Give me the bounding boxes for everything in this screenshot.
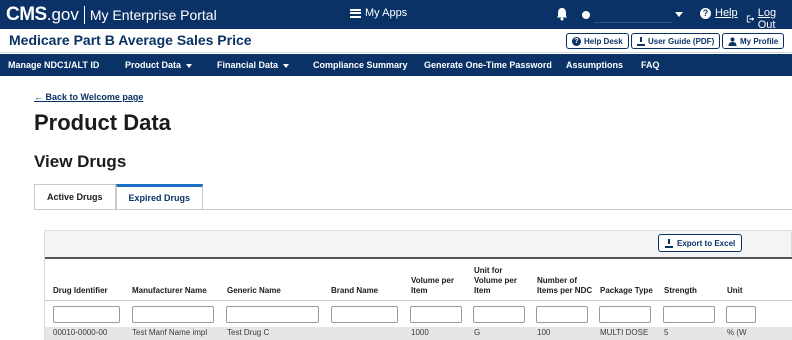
- nav-label: FAQ: [641, 60, 660, 70]
- brand-gov: .gov: [46, 4, 79, 24]
- user-guide-label: User Guide (PDF): [648, 36, 715, 46]
- cell-package-type: MULTI DOSE: [600, 328, 649, 337]
- brand-divider: [83, 5, 85, 24]
- filter-unit[interactable]: [726, 306, 756, 323]
- filter-unit-for-volume[interactable]: [473, 306, 525, 323]
- chevron-down-icon: [675, 12, 683, 17]
- col-header-unit[interactable]: Unit: [727, 286, 767, 296]
- cell-manufacturer-name: Test Manf Name impl: [132, 328, 208, 337]
- cell-volume-per-item: 1000: [411, 328, 429, 337]
- filter-manufacturer-name[interactable]: [132, 306, 214, 323]
- page-title: Product Data: [34, 110, 171, 135]
- col-header-unit-for-volume[interactable]: Unit for Volume per Item: [474, 266, 524, 296]
- filter-drug-identifier[interactable]: [53, 306, 120, 323]
- cell-unit-for-volume: G: [474, 328, 481, 337]
- nav-label: Product Data: [125, 60, 182, 70]
- tab-active-drugs[interactable]: Active Drugs: [34, 184, 116, 210]
- my-profile-label: My Profile: [740, 36, 779, 46]
- help-desk-button[interactable]: ? Help Desk: [566, 33, 629, 49]
- filter-strength[interactable]: [663, 306, 715, 323]
- nav-assumptions[interactable]: Assumptions: [566, 54, 623, 76]
- drugs-table: Drug Identifier Manufacturer Name Generi…: [45, 257, 792, 340]
- user-guide-button[interactable]: User Guide (PDF): [631, 33, 721, 49]
- main-nav: Manage NDC1/ALT ID Product Data Financia…: [0, 54, 792, 76]
- nav-label: Financial Data: [217, 60, 279, 70]
- nav-compliance-summary[interactable]: Compliance Summary: [313, 54, 408, 76]
- chevron-down-icon: [186, 63, 193, 68]
- export-to-excel-button[interactable]: Export to Excel: [658, 234, 743, 252]
- col-header-generic-name[interactable]: Generic Name: [227, 286, 317, 296]
- person-icon: [728, 37, 737, 46]
- bell-icon[interactable]: [556, 7, 568, 21]
- download-icon: [637, 36, 645, 46]
- user-name-redacted: [594, 6, 672, 23]
- col-header-manufacturer-name[interactable]: Manufacturer Name: [132, 286, 222, 296]
- grid-icon: [350, 8, 361, 18]
- col-header-items-per-ndc[interactable]: Number of Items per NDC: [537, 276, 593, 296]
- nav-financial-data[interactable]: Financial Data: [217, 54, 290, 76]
- chevron-down-icon: [283, 63, 290, 68]
- export-label: Export to Excel: [677, 238, 736, 248]
- my-apps-label: My Apps: [365, 7, 408, 19]
- cell-unit: % (W: [727, 328, 747, 337]
- logout-label: Log Out: [757, 7, 777, 31]
- filter-brand-name[interactable]: [331, 306, 398, 323]
- brand-cms: CMS: [6, 3, 47, 25]
- help-label: Help: [715, 7, 738, 19]
- section-title: View Drugs: [34, 152, 127, 171]
- logout-icon: [746, 15, 755, 23]
- col-header-drug-identifier[interactable]: Drug Identifier: [53, 286, 123, 296]
- cell-strength: 5: [664, 328, 669, 337]
- app-title: Medicare Part B Average Sales Price: [9, 32, 252, 48]
- tab-divider: [34, 209, 792, 210]
- back-to-welcome-link[interactable]: ← Back to Welcome page: [34, 92, 143, 102]
- user-icon: [582, 10, 590, 19]
- cms-logo[interactable]: CMS .gov My Enterprise Portal: [0, 0, 217, 29]
- cell-items-per-ndc: 100: [537, 328, 551, 337]
- my-apps-button[interactable]: My Apps: [350, 7, 407, 19]
- help-link[interactable]: ? Help: [700, 7, 738, 19]
- filter-volume-per-item[interactable]: [410, 306, 462, 323]
- filter-generic-name[interactable]: [226, 306, 319, 323]
- my-profile-button[interactable]: My Profile: [722, 33, 785, 49]
- portal-name: My Enterprise Portal: [89, 6, 217, 23]
- nav-label: Assumptions: [566, 60, 624, 70]
- filter-package-type[interactable]: [599, 306, 651, 323]
- app-title-bar: Medicare Part B Average Sales Price ? He…: [0, 29, 792, 53]
- nav-faq[interactable]: FAQ: [641, 54, 660, 76]
- col-header-strength[interactable]: Strength: [664, 286, 714, 296]
- top-bar: CMS .gov My Enterprise Portal My Apps ? H…: [0, 0, 792, 31]
- filter-row: [45, 301, 792, 327]
- nav-label: Compliance Summary: [313, 60, 408, 70]
- drug-tabs: Active Drugs Expired Drugs: [34, 184, 204, 210]
- cell-drug-identifier: 00010-0000-00: [53, 328, 108, 337]
- col-header-package-type[interactable]: Package Type: [600, 286, 660, 296]
- nav-label: Manage NDC1/ALT ID: [8, 60, 100, 70]
- col-header-brand-name[interactable]: Brand Name: [331, 286, 401, 296]
- question-icon: ?: [572, 36, 581, 46]
- nav-product-data[interactable]: Product Data: [125, 54, 193, 76]
- nav-label: Generate One-Time Password: [424, 60, 552, 70]
- download-icon: [665, 238, 673, 248]
- tab-expired-drugs[interactable]: Expired Drugs: [115, 184, 204, 210]
- logout-link[interactable]: Log Out: [746, 7, 792, 31]
- col-header-volume-per-item[interactable]: Volume per Item: [411, 276, 456, 296]
- help-icon: ?: [700, 7, 711, 19]
- cell-generic-name: Test Drug C: [227, 328, 270, 337]
- table-row[interactable]: 00010-0000-00 Test Manf Name impl Test D…: [45, 327, 792, 340]
- nav-generate-otp[interactable]: Generate One-Time Password: [424, 54, 552, 76]
- help-desk-label: Help Desk: [584, 36, 623, 46]
- user-menu[interactable]: [582, 6, 683, 23]
- table-header-row: Drug Identifier Manufacturer Name Generi…: [45, 257, 792, 301]
- filter-items-per-ndc[interactable]: [536, 306, 588, 323]
- nav-manage-ndc1[interactable]: Manage NDC1/ALT ID: [8, 54, 99, 76]
